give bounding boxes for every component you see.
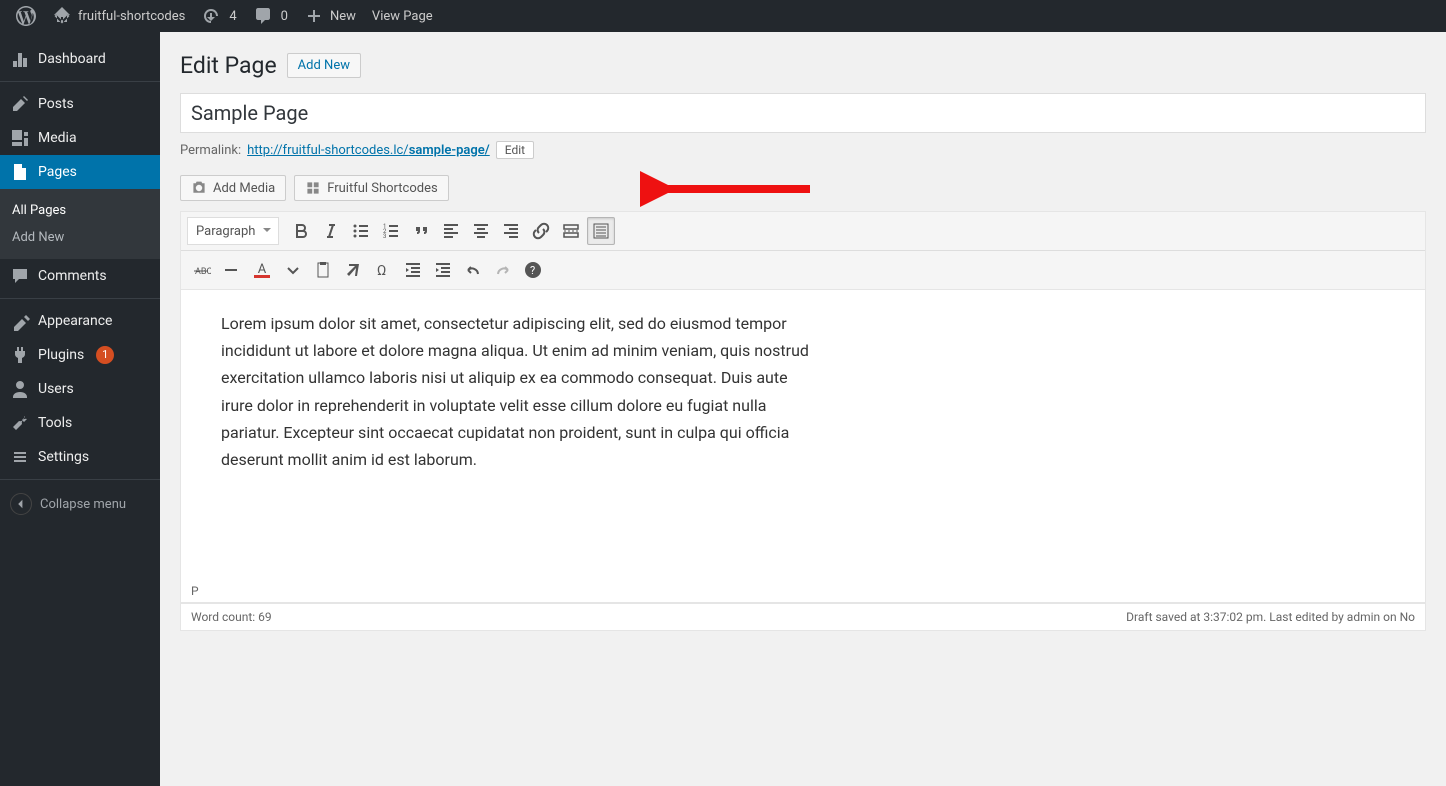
toolbar-toggle-button[interactable] [587,217,615,245]
align-left-button[interactable] [437,217,465,245]
text-color-dropdown[interactable] [279,256,307,284]
redo-button[interactable] [489,256,517,284]
comments-count: 0 [281,9,288,24]
comments-link[interactable]: 0 [245,0,296,32]
menu-comments[interactable]: Comments [0,259,160,293]
menu-plugins[interactable]: Plugins 1 [0,338,160,372]
align-right-button[interactable] [497,217,525,245]
draft-status: Draft saved at 3:37:02 pm. Last edited b… [1126,610,1415,624]
svg-text:?: ? [530,264,535,277]
new-label: New [330,9,356,24]
site-name-link[interactable]: fruitful-shortcodes [44,0,193,32]
camera-icon [191,180,207,196]
special-char-button[interactable]: Ω [369,256,397,284]
page-heading: Edit Page [180,52,277,79]
clear-formatting-button[interactable] [339,256,367,284]
add-new-button[interactable]: Add New [287,53,361,78]
quote-button[interactable] [407,217,435,245]
view-page-link[interactable]: View Page [364,0,441,32]
permalink-row: Permalink: http://fruitful-shortcodes.lc… [180,141,1426,159]
menu-appearance[interactable]: Appearance [0,304,160,338]
readmore-button[interactable] [557,217,585,245]
submenu-all-pages[interactable]: All Pages [0,197,160,224]
updates-count: 4 [229,9,236,24]
collapse-menu[interactable]: Collapse menu [0,485,160,523]
permalink-link[interactable]: http://fruitful-shortcodes.lc/sample-pag… [247,143,490,158]
svg-text:ABC: ABC [195,267,211,277]
plugins-update-badge: 1 [96,346,114,364]
paste-text-button[interactable] [309,256,337,284]
align-center-button[interactable] [467,217,495,245]
svg-text:Ω: Ω [377,263,386,279]
grid-icon [305,180,321,196]
editor-path: P [181,580,1425,603]
menu-dashboard[interactable]: Dashboard [0,42,160,76]
outdent-button[interactable] [399,256,427,284]
hr-button[interactable] [217,256,245,284]
svg-text:3: 3 [383,233,386,240]
italic-button[interactable] [317,217,345,245]
format-select[interactable]: Paragraph [187,217,279,245]
text-color-button[interactable]: A [247,256,277,284]
menu-tools[interactable]: Tools [0,406,160,440]
main-content: Edit Page Add New Permalink: http://frui… [160,32,1446,786]
menu-users[interactable]: Users [0,372,160,406]
strikethrough-button[interactable]: ABC [187,256,215,284]
editor-toolbar-row1: Paragraph 123 [181,212,1425,251]
edit-slug-button[interactable]: Edit [496,141,534,159]
help-button[interactable]: ? [519,256,547,284]
link-button[interactable] [527,217,555,245]
number-list-button[interactable]: 123 [377,217,405,245]
fruitful-shortcodes-button[interactable]: Fruitful Shortcodes [294,175,449,201]
menu-media[interactable]: Media [0,121,160,155]
editor-toolbar-row2: ABC A Ω ? [181,251,1425,290]
editor-content[interactable]: Lorem ipsum dolor sit amet, consectetur … [181,290,1425,580]
admin-sidebar: Dashboard Posts Media Pages All Pages Ad… [0,32,160,786]
title-input[interactable] [180,93,1426,133]
menu-pages[interactable]: Pages [0,155,160,189]
bold-button[interactable] [287,217,315,245]
wp-logo[interactable] [8,0,44,32]
admin-bar: fruitful-shortcodes 4 0 New View Page [0,0,1446,32]
submenu-add-new[interactable]: Add New [0,224,160,251]
new-content-link[interactable]: New [296,0,364,32]
word-count: Word count: 69 [191,610,272,624]
bullet-list-button[interactable] [347,217,375,245]
menu-posts[interactable]: Posts [0,87,160,121]
submenu-pages: All Pages Add New [0,189,160,259]
annotation-arrow-icon [640,169,820,209]
wp-editor: Paragraph 123 ABC A Ω [180,211,1426,631]
indent-button[interactable] [429,256,457,284]
updates-link[interactable]: 4 [193,0,244,32]
undo-button[interactable] [459,256,487,284]
menu-settings[interactable]: Settings [0,440,160,474]
site-name: fruitful-shortcodes [78,9,185,24]
permalink-label: Permalink: [180,143,241,158]
add-media-button[interactable]: Add Media [180,175,286,201]
